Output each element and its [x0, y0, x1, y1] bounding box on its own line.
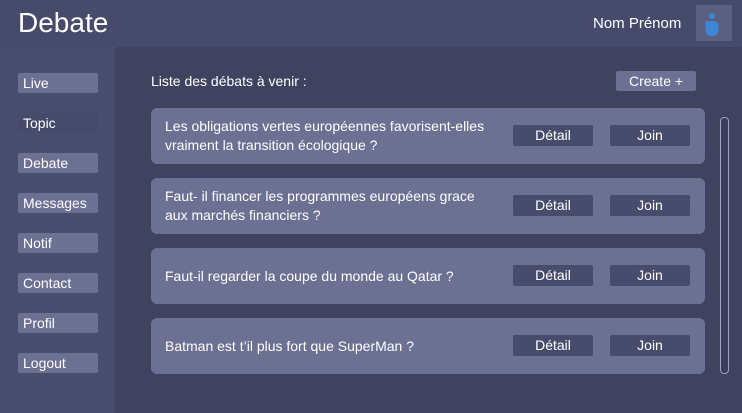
main-panel: Liste des débats à venir : Create + Les …	[115, 47, 742, 413]
top-bar: Debate Nom Prénom	[0, 0, 742, 47]
join-button[interactable]: Join	[610, 125, 690, 146]
user-name[interactable]: Nom Prénom	[593, 15, 681, 33]
debate-title: Batman est t’il plus fort que SuperMan ?	[165, 337, 415, 354]
detail-button[interactable]: Détail	[513, 195, 593, 216]
app-title: Debate	[18, 7, 109, 38]
scrollbar[interactable]	[720, 117, 729, 374]
user-icon	[705, 13, 719, 36]
sidebar-item-live[interactable]: Live	[18, 73, 98, 93]
debate-title: Les obligations vertes européennes favor…	[165, 118, 485, 153]
sidebar-item-profil[interactable]: Profil	[18, 313, 98, 333]
create-button[interactable]: Create +	[616, 71, 696, 91]
detail-button[interactable]: Détail	[513, 125, 593, 146]
sidebar-item-contact[interactable]: Contact	[18, 273, 98, 293]
sidebar: Live Topic Debate Messages Notif Contact…	[0, 47, 115, 413]
sidebar-item-notif[interactable]: Notif	[18, 233, 98, 253]
detail-button[interactable]: Détail	[513, 265, 593, 286]
avatar[interactable]	[696, 5, 732, 41]
debate-card: Batman est t’il plus fort que SuperMan ?…	[151, 318, 705, 374]
join-button[interactable]: Join	[610, 265, 690, 286]
join-button[interactable]: Join	[610, 195, 690, 216]
debate-card: Les obligations vertes européennes favor…	[151, 108, 705, 164]
sidebar-item-topic[interactable]: Topic	[18, 113, 98, 133]
debate-card: Faut-il regarder la coupe du monde au Qa…	[151, 248, 705, 304]
sidebar-item-messages[interactable]: Messages	[18, 193, 98, 213]
detail-button[interactable]: Détail	[513, 335, 593, 356]
sidebar-item-debate[interactable]: Debate	[18, 153, 98, 173]
debate-title: Faut- il financer les programmes europée…	[165, 188, 475, 223]
list-title: Liste des débats à venir :	[151, 73, 307, 89]
sidebar-item-logout[interactable]: Logout	[18, 353, 98, 373]
join-button[interactable]: Join	[610, 335, 690, 356]
debate-card: Faut- il financer les programmes europée…	[151, 178, 705, 234]
debate-title: Faut-il regarder la coupe du monde au Qa…	[165, 267, 454, 284]
